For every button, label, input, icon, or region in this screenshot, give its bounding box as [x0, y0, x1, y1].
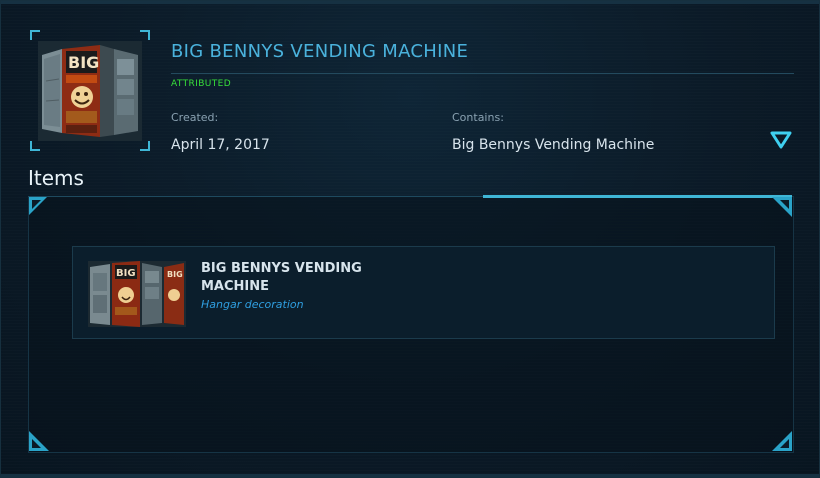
top-edge	[1, 1, 819, 4]
contains-value: Big Bennys Vending Machine	[452, 137, 655, 153]
expand-button[interactable]	[769, 129, 793, 151]
svg-text:BIG: BIG	[116, 268, 136, 279]
title-divider	[171, 73, 794, 74]
frame-corner	[30, 30, 40, 40]
created-label: Created:	[171, 111, 219, 124]
status-badge: ATTRIBUTED	[171, 79, 232, 89]
items-heading: Items	[28, 166, 84, 190]
list-item[interactable]: BIG BIG BIG BENNYS VENDING MACHINE Hanga…	[72, 246, 775, 339]
chevron-down-triangle-icon	[770, 131, 792, 149]
frame-corner	[30, 141, 40, 151]
svg-text:BIG: BIG	[68, 53, 99, 72]
vending-machine-thumbnail: BIG BIG	[88, 261, 186, 327]
pledge-title: BIG BENNYS VENDING MACHINE	[171, 41, 469, 62]
corner-triangle-icon	[29, 431, 49, 451]
corner-triangle-icon	[772, 431, 792, 451]
item-type: Hangar decoration	[201, 298, 304, 311]
pledge-thumbnail-frame[interactable]: BIG	[30, 30, 150, 151]
pledge-panel: BIG BIG BENNYS VENDING MACHINE ATTRIBUTE…	[0, 0, 820, 478]
item-name: BIG BENNYS VENDING MACHINE	[201, 261, 362, 294]
items-accent-bar	[483, 195, 792, 198]
bottom-edge	[1, 474, 819, 477]
created-value: April 17, 2017	[171, 137, 270, 153]
frame-corner	[140, 141, 150, 151]
vending-machine-thumbnail: BIG	[38, 41, 142, 141]
corner-triangle-icon	[29, 197, 47, 215]
frame-corner	[140, 30, 150, 40]
contains-label: Contains:	[452, 111, 504, 124]
corner-triangle-icon	[772, 197, 792, 217]
svg-text:BIG: BIG	[167, 270, 183, 279]
